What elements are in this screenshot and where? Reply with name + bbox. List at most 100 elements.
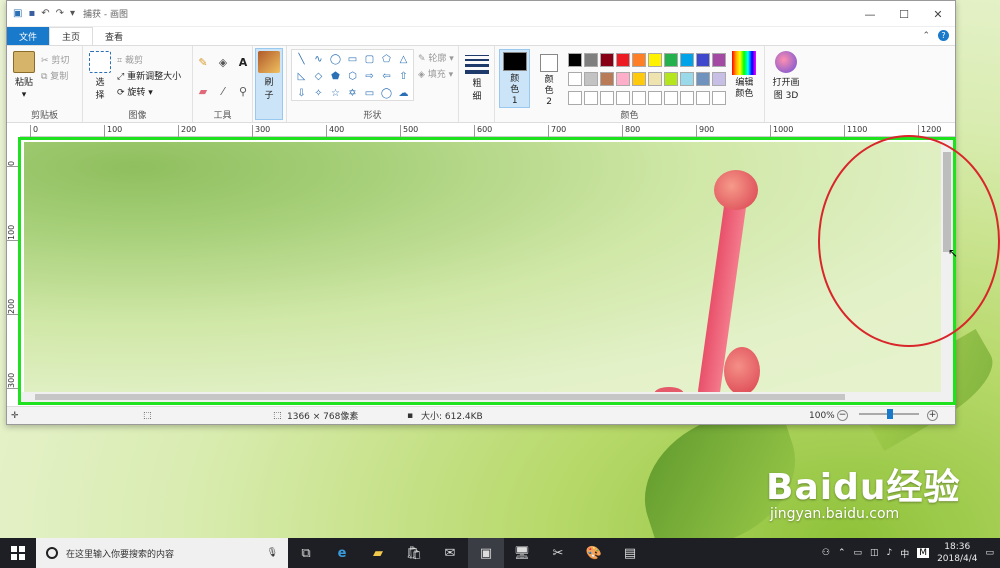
size-button[interactable]: 粗细 (463, 49, 491, 108)
triangle-shape-icon[interactable]: △ (396, 52, 411, 67)
palette-swatch[interactable] (663, 91, 678, 105)
line-shape-icon[interactable]: ╲ (294, 52, 309, 67)
edit-colors-button[interactable]: 编辑颜色 (729, 49, 760, 108)
palette-swatch[interactable] (711, 53, 726, 67)
palette-swatch[interactable] (583, 91, 598, 105)
palette-swatch[interactable] (679, 72, 694, 86)
palette-swatch[interactable] (599, 91, 614, 105)
snipping-icon[interactable]: ✂ (540, 538, 576, 568)
palette-swatch[interactable] (567, 72, 582, 86)
arrow-right-shape-icon[interactable]: ⇨ (362, 69, 377, 84)
fill-button[interactable]: ◈ 填充 ▾ (418, 67, 454, 80)
remote-desktop-icon[interactable]: 🖥 (504, 538, 540, 568)
palette-swatch[interactable] (647, 72, 662, 86)
crop-button[interactable]: ⌗ 裁剪 (117, 53, 181, 66)
rect-shape-icon[interactable]: ▭ (345, 52, 360, 67)
palette-swatch[interactable] (695, 72, 710, 86)
palette-swatch[interactable] (695, 53, 710, 67)
pencil-icon[interactable]: ✎ (197, 57, 209, 69)
pentagon-shape-icon[interactable]: ⬟ (328, 69, 343, 84)
canvas-image[interactable] (24, 142, 944, 402)
tab-view[interactable]: 查看 (93, 27, 135, 45)
arrow-up-shape-icon[interactable]: ⇧ (396, 69, 411, 84)
tab-file[interactable]: 文件 (7, 27, 50, 45)
palette-swatch[interactable] (615, 91, 630, 105)
palette-swatch[interactable] (615, 72, 630, 86)
palette-swatch[interactable] (567, 91, 582, 105)
arrow-left-shape-icon[interactable]: ⇦ (379, 69, 394, 84)
hexagon-shape-icon[interactable]: ⬡ (345, 69, 360, 84)
people-icon[interactable]: ⚇ (822, 548, 830, 558)
tab-home[interactable]: 主页 (49, 27, 94, 45)
resize-button[interactable]: ⤢ 重新调整大小 (117, 69, 181, 82)
microphone-icon[interactable]: 🎙 (267, 548, 278, 558)
callout-oval-shape-icon[interactable]: ◯ (379, 86, 394, 101)
file-explorer-icon[interactable]: ▰ (360, 538, 396, 568)
volume-icon[interactable]: ♪ (887, 548, 893, 558)
collapse-ribbon-icon[interactable]: ⌃ (922, 31, 930, 41)
paint-app-icon[interactable]: ▣ (13, 8, 22, 19)
open-paint3d-button[interactable]: 打开画图 3D (769, 49, 803, 108)
palette-swatch[interactable] (583, 72, 598, 86)
palette-swatch[interactable] (711, 72, 726, 86)
ime-mode[interactable]: M (917, 548, 930, 558)
palette-swatch[interactable] (599, 72, 614, 86)
palette-swatch[interactable] (615, 53, 630, 67)
curve-shape-icon[interactable]: ∿ (311, 52, 326, 67)
palette-app-icon[interactable]: 🎨 (576, 538, 612, 568)
star5-shape-icon[interactable]: ☆ (328, 86, 343, 101)
palette-swatch[interactable] (599, 53, 614, 67)
close-button[interactable]: ✕ (921, 1, 955, 27)
edge-browser-icon[interactable]: e (324, 538, 360, 568)
zoom-out-button[interactable]: − (837, 410, 848, 421)
redo-icon[interactable]: ↷ (56, 8, 64, 19)
palette-swatch[interactable] (679, 53, 694, 67)
clock[interactable]: 18:36 2018/4/4 (937, 541, 977, 565)
star6-shape-icon[interactable]: ✡ (345, 86, 360, 101)
palette-swatch[interactable] (631, 91, 646, 105)
paste-button[interactable]: 粘贴 ▾ (11, 49, 37, 108)
maximize-button[interactable]: ☐ (887, 1, 921, 27)
palette-swatch[interactable] (583, 53, 598, 67)
palette-swatch[interactable] (631, 53, 646, 67)
arrow-down-shape-icon[interactable]: ⇩ (294, 86, 309, 101)
palette-swatch[interactable] (647, 91, 662, 105)
store-icon[interactable]: 🛍 (396, 538, 432, 568)
start-button[interactable] (0, 538, 36, 568)
save-icon[interactable]: ▪ (28, 8, 35, 19)
minimize-button[interactable]: — (853, 1, 887, 27)
battery-icon[interactable]: ▭ (854, 548, 863, 558)
magnifier-icon[interactable]: ⚲ (237, 85, 249, 98)
task-view-icon[interactable]: ⧉ (288, 538, 324, 568)
zoom-slider-thumb[interactable] (887, 409, 893, 419)
zoom-in-button[interactable]: + (927, 410, 938, 421)
palette-swatch[interactable] (647, 53, 662, 67)
paint-taskbar-icon[interactable]: ▣ (468, 538, 504, 568)
palette-swatch[interactable] (631, 72, 646, 86)
right-triangle-shape-icon[interactable]: ◺ (294, 69, 309, 84)
text-tool-icon[interactable]: A (237, 57, 249, 69)
palette-swatch[interactable] (567, 53, 582, 67)
outline-button[interactable]: ✎ 轮廓 ▾ (418, 51, 454, 64)
taskbar-search-box[interactable]: 在这里输入你要搜索的内容 🎙 (36, 538, 288, 568)
color2-button[interactable]: 颜色 2 (533, 49, 564, 108)
fill-bucket-icon[interactable]: ◈ (217, 57, 229, 69)
notifications-icon[interactable]: ▭ (985, 548, 994, 558)
select-button[interactable]: 选择 (87, 49, 113, 108)
ime-indicator[interactable]: 中 (900, 547, 909, 560)
star4-shape-icon[interactable]: ✧ (311, 86, 326, 101)
help-icon[interactable]: ? (938, 30, 949, 41)
cut-button[interactable]: ✂ 剪切 (41, 53, 69, 66)
rotate-button[interactable]: ⟳ 旋转 ▾ (117, 85, 181, 98)
eraser-icon[interactable]: ▰ (197, 85, 209, 98)
copy-button[interactable]: ⧉ 复制 (41, 69, 69, 82)
palette-swatch[interactable] (663, 72, 678, 86)
color-picker-icon[interactable]: ⁄ (217, 85, 229, 98)
brush-button[interactable]: 刷子 (255, 48, 283, 120)
oval-shape-icon[interactable]: ◯ (328, 52, 343, 67)
mail-icon[interactable]: ✉ (432, 538, 468, 568)
color1-button[interactable]: 颜色 1 (499, 49, 531, 108)
callout-rect-shape-icon[interactable]: ▭ (362, 86, 377, 101)
undo-icon[interactable]: ↶ (41, 8, 49, 19)
network-icon[interactable]: ◫ (870, 548, 879, 558)
